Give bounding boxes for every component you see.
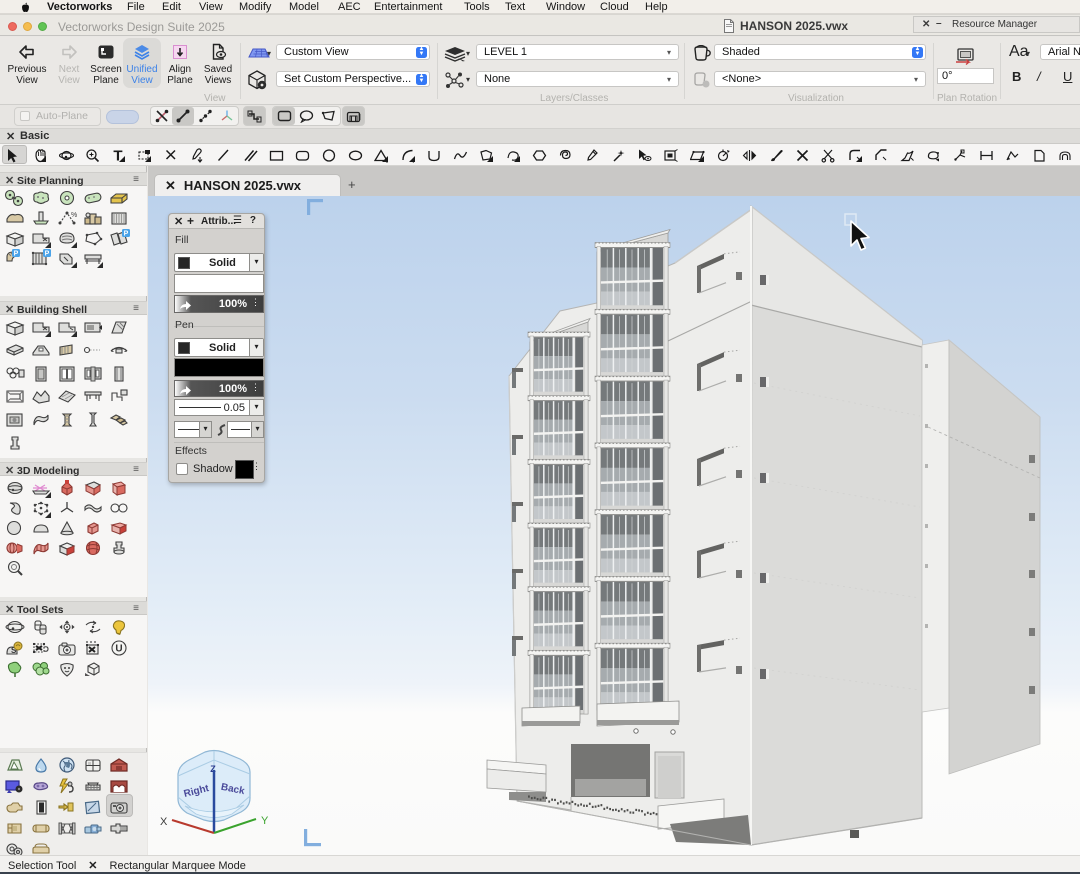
svg-text:P: P	[124, 231, 129, 238]
svg-text:X: X	[160, 816, 168, 828]
svg-text:P: P	[14, 251, 19, 258]
svg-text:U: U	[115, 644, 122, 655]
svg-text:P: P	[45, 251, 50, 258]
svg-text:%: %	[71, 212, 77, 219]
svg-text:Y: Y	[261, 815, 269, 827]
